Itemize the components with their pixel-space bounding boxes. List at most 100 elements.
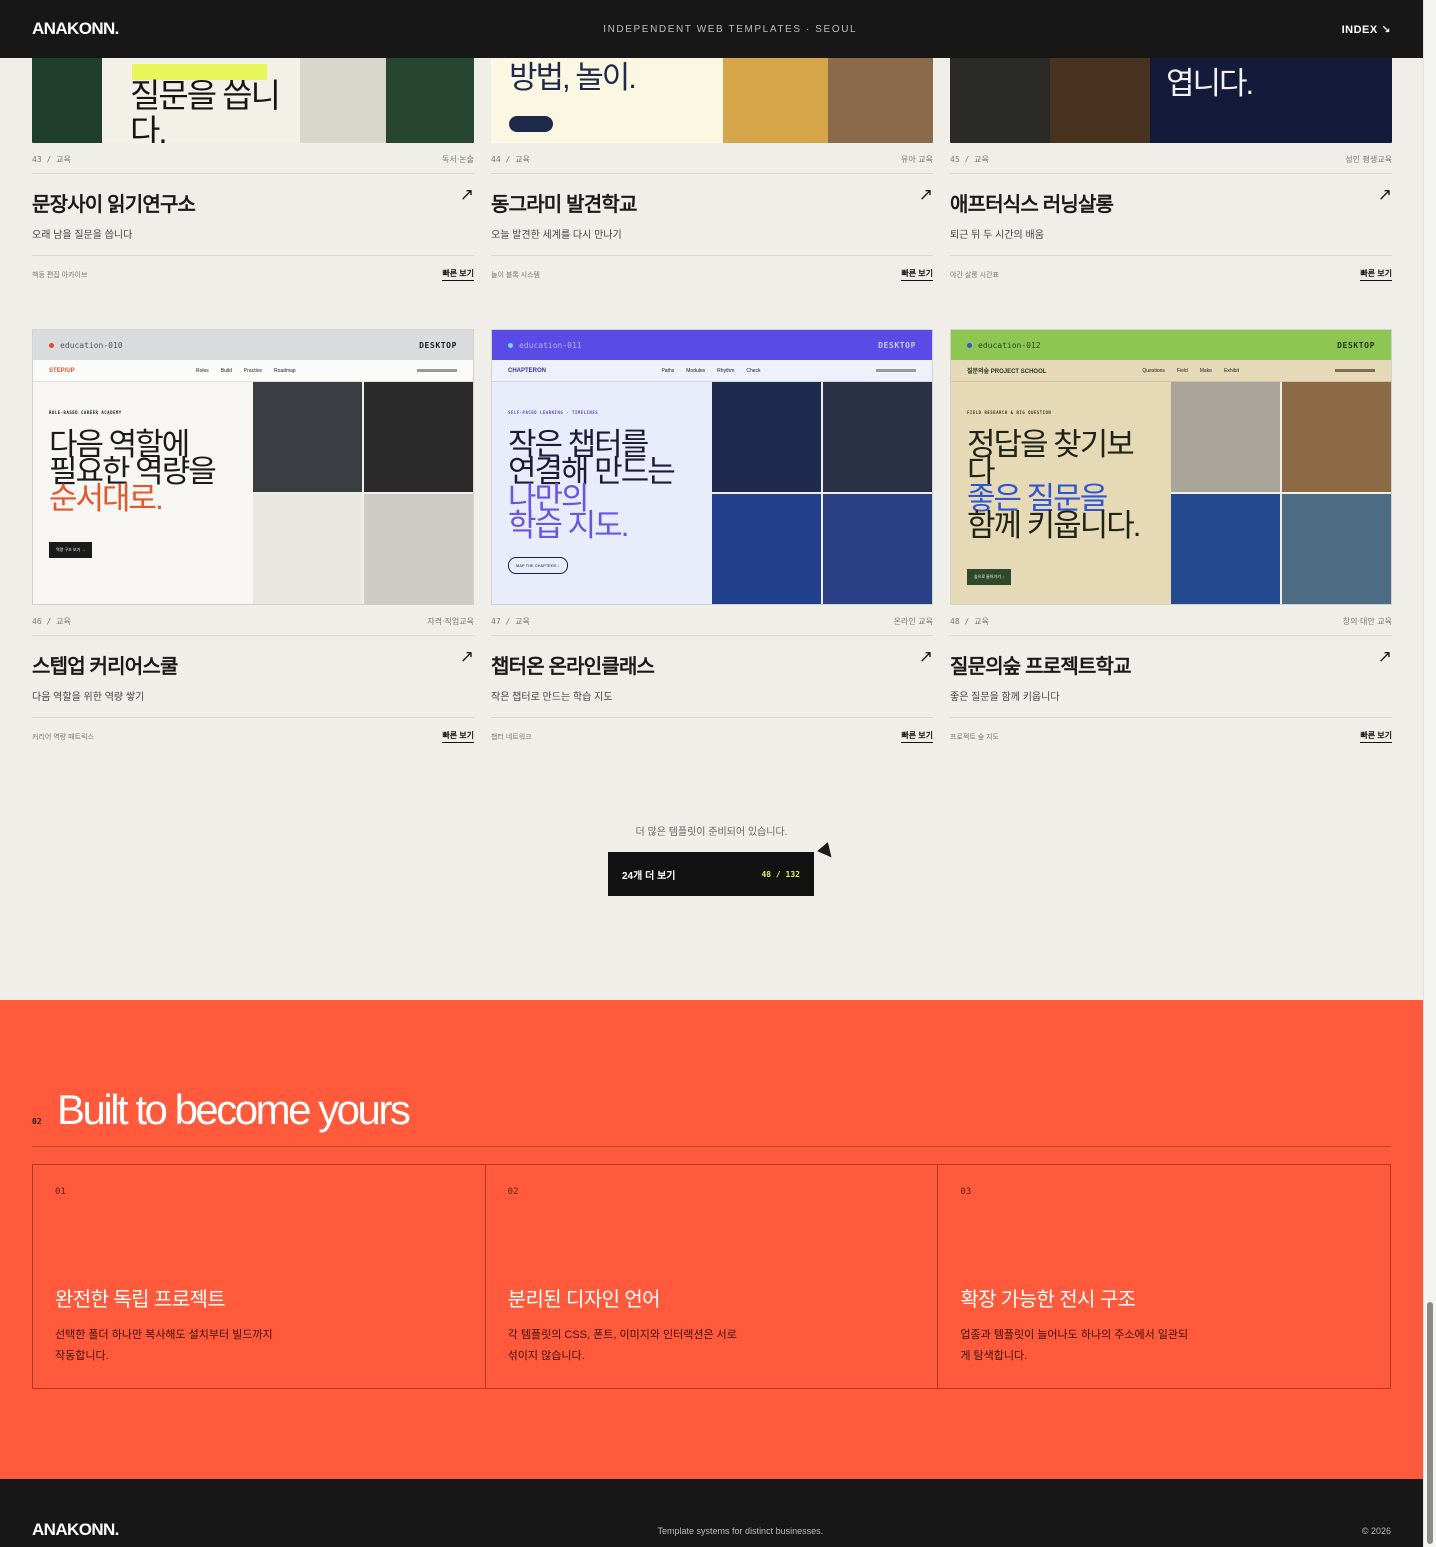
card-number: 43 / 교육	[32, 155, 71, 164]
card-number: 46 / 교육	[32, 617, 71, 626]
quick-view-link[interactable]: 빠른 보기	[901, 730, 933, 743]
quick-view-link[interactable]: 빠른 보기	[901, 268, 933, 281]
preview-headline-line: 함께 키웁니다.	[967, 508, 1141, 543]
preview-device-tag: DESKTOP	[878, 340, 916, 350]
preview-nav: STEP/UP Roles Build Practice Roadmap	[33, 360, 473, 382]
template-thumbnail[interactable]: 엽니다.	[950, 58, 1392, 143]
card-title[interactable]: 챕터온 온라인클래스	[491, 650, 655, 679]
card-category: 성인 평생교육	[1345, 155, 1392, 164]
arrow-up-right-icon[interactable]: ↗	[919, 186, 933, 203]
features-section: 02 Built to become yours 01 완전한 독립 프로젝트 …	[0, 1000, 1423, 1479]
feature-description: 업종과 템플릿이 늘어나도 하나의 주소에서 일관되게 탐색합니다.	[960, 1329, 1189, 1362]
preview-chrome: education-012 DESKTOP	[951, 330, 1391, 360]
card-category: 온라인 교육	[893, 617, 933, 626]
template-card[interactable]: education-011 DESKTOP CHAPTERON Paths Mod…	[491, 329, 933, 743]
template-thumbnail[interactable]: education-012 DESKTOP 질문의숲 PROJECT SCHOO…	[950, 329, 1392, 605]
template-thumbnail[interactable]: 질문을 씁니다.	[32, 58, 474, 143]
template-card[interactable]: 엽니다. 45 / 교육 성인 평생교육 애프터식스 러닝살롱 ↗ 퇴근 뒤 두 시…	[950, 58, 1392, 281]
preview-nav: 질문의숲 PROJECT SCHOOL Questions Field Make Ex…	[951, 360, 1391, 382]
thumb-headline: 엽니다.	[1166, 66, 1254, 101]
card-subtitle: 오늘 발견한 세계를 다시 만나기	[491, 230, 622, 241]
thumb-photo	[823, 494, 932, 604]
card-tags: 챕터 네트워크	[491, 733, 532, 741]
scrollbar-thumb[interactable]	[1427, 1302, 1433, 1544]
card-subtitle: 좋은 질문을 함께 키웁니다	[950, 692, 1060, 703]
thumb-photo	[823, 382, 932, 492]
footer-tagline: Template systems for distinct businesses…	[657, 1526, 824, 1536]
thumb-photo	[1282, 382, 1391, 492]
thumb-photo	[364, 494, 473, 604]
feature-number: 03	[960, 1187, 972, 1197]
template-thumbnail[interactable]: education-010 DESKTOP STEP/UP Roles Build…	[32, 329, 474, 605]
preview-photos	[253, 382, 473, 604]
template-thumbnail[interactable]: education-011 DESKTOP CHAPTERON Paths Mod…	[491, 329, 933, 605]
load-more-label: 24개 더 보기	[622, 870, 676, 882]
preview-nav-item: Check	[746, 367, 761, 374]
preview-headline: 다음 역할에 필요한 역량을 순서대로.	[49, 429, 237, 514]
preview-nav-cta	[416, 369, 457, 372]
footer-logo[interactable]: ANAKONN.	[32, 1520, 119, 1540]
card-title[interactable]: 문장사이 읽기연구소	[32, 188, 196, 217]
card-number: 47 / 교육	[491, 617, 530, 626]
thumb-panel: 방법, 놀이.	[491, 58, 723, 143]
section-title: Built to become yours	[57, 1086, 411, 1133]
quick-view-link[interactable]: 빠른 보기	[442, 268, 474, 281]
card-title[interactable]: 애프터식스 러닝살롱	[950, 188, 1114, 217]
arrow-up-right-icon[interactable]: ↗	[460, 648, 474, 665]
more-templates-text: 더 많은 템플릿이 준비되어 있습니다.	[635, 827, 788, 838]
quick-view-link[interactable]: 빠른 보기	[1360, 730, 1392, 743]
template-card[interactable]: education-012 DESKTOP 질문의숲 PROJECT SCHOO…	[950, 329, 1392, 743]
preview-brand: CHAPTERON	[508, 367, 547, 374]
arrow-up-right-icon[interactable]: ↗	[919, 648, 933, 665]
card-tags: 야간 살롱 시간표	[950, 271, 999, 279]
index-link[interactable]: INDEX ↘	[1342, 23, 1391, 36]
quick-view-link[interactable]: 빠른 보기	[1360, 268, 1392, 281]
load-more-counter: 48 / 132	[761, 869, 800, 879]
logo[interactable]: ANAKONN.	[32, 19, 119, 39]
preview-headline: 작은 챕터를 연결해 만드는 나만의 학습 지도.	[508, 429, 696, 543]
preview-photos	[1171, 382, 1391, 604]
template-thumbnail[interactable]: 방법, 놀이.	[491, 58, 933, 143]
section-number: 02	[32, 1117, 42, 1126]
thumb-photo	[712, 494, 821, 604]
preview-headline: 정답을 찾기보다 좋은 질문을 함께 키웁니다.	[967, 429, 1155, 543]
top-bar: ANAKONN. INDEPENDENT WEB TEMPLATES · SEO…	[0, 0, 1423, 58]
template-row-1: 질문을 씁니다. 43 / 교육 독서·논술 문장사이 읽기연구소 ↗ 오래 남을 …	[32, 58, 1392, 281]
thumb-photo	[1050, 58, 1150, 143]
card-number: 48 / 교육	[950, 617, 989, 626]
thumb-cta	[509, 116, 553, 132]
card-category: 자격·직업교육	[427, 617, 474, 626]
scrollbar-track[interactable]	[1423, 0, 1436, 1547]
thumb-photo	[300, 58, 386, 143]
card-category: 창의·대안 교육	[1342, 617, 1392, 626]
thumb-photo	[1171, 382, 1280, 492]
preview-hero: FIELD RESEARCH & BIG QUESTION 정답을 찾기보다 좋…	[951, 382, 1391, 604]
status-dot-icon	[49, 342, 54, 348]
preview-nav: CHAPTERON Paths Modules Rhythm Check	[492, 360, 932, 382]
thumb-headline: 방법, 놀이.	[509, 60, 637, 95]
preview-id: education-010	[60, 340, 123, 350]
preview-nav-item: Practice	[243, 367, 262, 374]
load-more-button[interactable]: 24개 더 보기 48 / 132	[608, 852, 814, 896]
preview-brand: 질문의숲 PROJECT SCHOOL	[967, 369, 1047, 375]
card-title[interactable]: 스텝업 커리어스쿨	[32, 650, 178, 679]
card-title[interactable]: 질문의숲 프로젝트학교	[950, 650, 1132, 679]
card-title[interactable]: 동그라미 발견학교	[491, 188, 637, 217]
quick-view-link[interactable]: 빠른 보기	[442, 730, 474, 743]
preview-headline-line: 학습 지도.	[508, 508, 629, 543]
feature-title: 분리된 디자인 언어	[507, 1289, 661, 1311]
template-card[interactable]: 질문을 씁니다. 43 / 교육 독서·논술 문장사이 읽기연구소 ↗ 오래 남을 …	[32, 58, 474, 281]
thumb-panel	[32, 58, 102, 143]
preview-nav-item: Roles	[196, 367, 209, 374]
preview-nav-item: Field	[1176, 367, 1188, 374]
header-tagline: INDEPENDENT WEB TEMPLATES · SEOUL	[603, 23, 858, 35]
template-card[interactable]: 방법, 놀이. 44 / 교육 유아 교육 동그라미 발견학교 ↗ 오늘 발견한 세…	[491, 58, 933, 281]
feature-title: 완전한 독립 프로젝트	[55, 1289, 226, 1311]
arrow-up-right-icon[interactable]: ↗	[460, 186, 474, 203]
preview-id: education-012	[978, 340, 1041, 350]
arrow-up-right-icon[interactable]: ↗	[1378, 648, 1392, 665]
template-card[interactable]: education-010 DESKTOP STEP/UP Roles Build…	[32, 329, 474, 743]
copyright: © 2026	[1361, 1526, 1391, 1536]
arrow-up-right-icon[interactable]: ↗	[1378, 186, 1392, 203]
thumb-photo	[712, 382, 821, 492]
